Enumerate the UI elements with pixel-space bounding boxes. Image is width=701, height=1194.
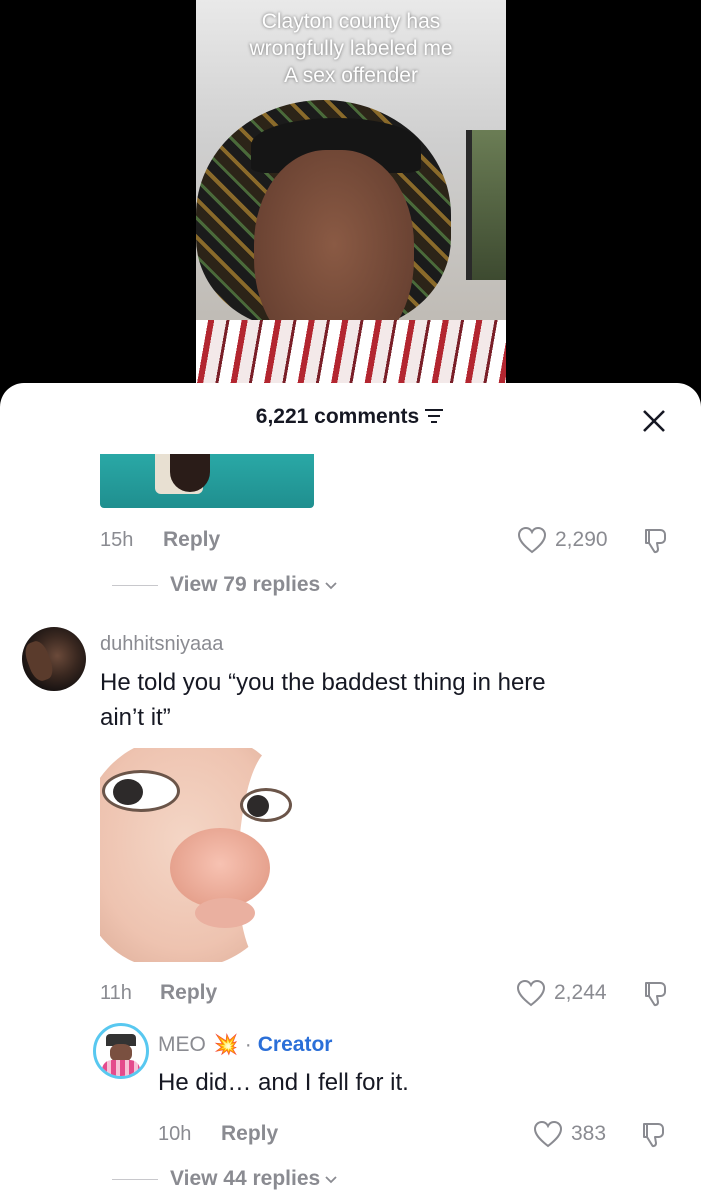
chevron-down-icon (325, 582, 337, 590)
comment-gif[interactable] (100, 748, 298, 962)
divider-line (112, 584, 158, 586)
caption-line-1: Clayton county has (261, 10, 441, 33)
avatar[interactable] (22, 627, 86, 691)
comment-count-row[interactable]: 6,221 comments (0, 405, 701, 429)
filter-icon[interactable] (423, 407, 445, 425)
view-replies-label: View 44 replies (170, 1167, 321, 1190)
heart-icon (517, 526, 547, 554)
comment-time: 10h (158, 1123, 192, 1145)
view-replies[interactable]: View 44 replies (112, 1167, 338, 1191)
comment-gif[interactable] (100, 454, 314, 508)
avatar-image (22, 638, 57, 684)
reply-button[interactable]: Reply (160, 981, 217, 1005)
gif-shape (170, 454, 210, 492)
heart-icon (516, 979, 546, 1007)
dot-separator: · (244, 1032, 252, 1056)
comment-time: 11h (100, 982, 132, 1004)
creator-row: MEO 💥 · Creator (158, 1032, 332, 1057)
comment-line-1: He told you “you the baddest thing in he… (100, 669, 546, 696)
username[interactable]: duhhitsniyaaa (100, 633, 223, 656)
car-window (466, 130, 506, 280)
dislike-icon[interactable] (640, 526, 670, 556)
divider-line (112, 1178, 158, 1180)
comment-count: 6,221 comments (255, 405, 420, 428)
video-player[interactable]: Clayton county has wrongfully labeled me… (196, 0, 506, 400)
caption-line-3: A sex offender (284, 64, 418, 87)
like-count: 2,290 (555, 528, 608, 551)
gif-eye (240, 788, 292, 822)
comment-text: He did… and I fell for it. (158, 1069, 409, 1096)
video-caption: Clayton county has wrongfully labeled me… (196, 8, 506, 89)
reply-button[interactable]: Reply (163, 528, 220, 552)
comment-text: He told you “you the baddest thing in he… (100, 665, 546, 735)
like-button[interactable]: 383 (533, 1120, 606, 1148)
close-button[interactable] (636, 403, 672, 439)
comments-sheet: 6,221 comments 15h Reply 2,290 View 79 r… (0, 383, 701, 1194)
avatar-image (102, 1060, 140, 1076)
gif-mouth (195, 898, 255, 928)
username[interactable]: MEO (158, 1033, 206, 1057)
gif-nose (170, 828, 270, 908)
dislike-icon[interactable] (638, 1120, 668, 1150)
view-replies[interactable]: View 79 replies (112, 573, 338, 597)
gif-eye (102, 770, 180, 812)
like-count: 383 (571, 1122, 607, 1145)
like-count: 2,244 (554, 981, 607, 1004)
comment-line-2: ain’t it” (100, 704, 171, 731)
collision-icon: 💥 (213, 1034, 239, 1056)
chevron-down-icon (325, 1176, 337, 1184)
view-replies-label: View 79 replies (170, 573, 321, 596)
like-button[interactable]: 2,244 (516, 979, 607, 1007)
reply-button[interactable]: Reply (221, 1122, 278, 1146)
dislike-icon[interactable] (640, 979, 670, 1009)
sheet-header: 6,221 comments (0, 383, 701, 453)
comment-time: 15h (100, 529, 134, 551)
caption-line-2: wrongfully labeled me (249, 37, 453, 60)
heart-icon (533, 1120, 563, 1148)
creator-avatar[interactable] (93, 1023, 149, 1079)
like-button[interactable]: 2,290 (517, 526, 608, 554)
creator-badge: Creator (257, 1032, 333, 1056)
close-icon (643, 410, 665, 432)
